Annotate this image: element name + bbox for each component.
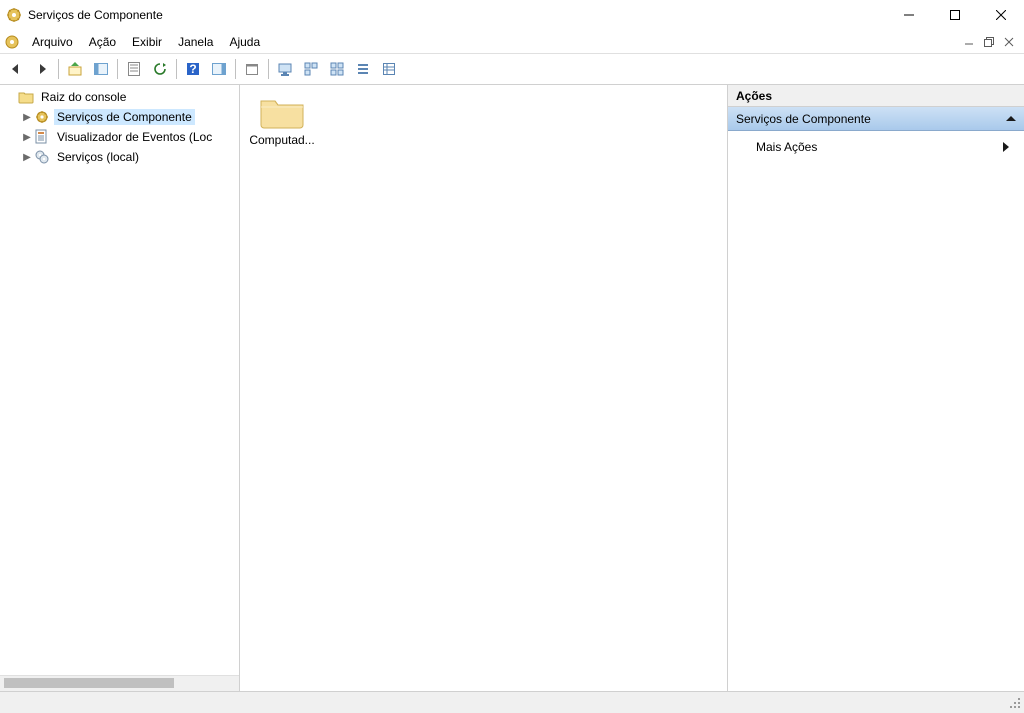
computers-folder[interactable]: Computad... — [246, 91, 318, 147]
toolbar-separator — [58, 59, 59, 79]
statusbar — [0, 691, 1024, 713]
main-pane[interactable]: Computad... — [240, 85, 728, 691]
toolbar-separator — [117, 59, 118, 79]
menubar-left: Arquivo Ação Exibir Janela Ajuda — [4, 32, 268, 52]
menu-ajuda[interactable]: Ajuda — [221, 32, 268, 52]
tree-pane: Raiz do console ▶ Serviços de Componente… — [0, 85, 240, 691]
help-button[interactable]: ? — [181, 57, 205, 81]
actions-header: Ações — [728, 85, 1024, 107]
tree-item-label: Serviços (local) — [54, 149, 142, 165]
window-controls — [886, 0, 1024, 30]
window-title: Serviços de Componente — [28, 8, 886, 22]
scrollbar-thumb[interactable] — [4, 678, 174, 688]
toolbar-separator — [235, 59, 236, 79]
svg-text:?: ? — [189, 62, 196, 76]
up-button[interactable] — [63, 57, 87, 81]
show-hide-tree-button[interactable] — [89, 57, 113, 81]
toolbar-separator — [268, 59, 269, 79]
close-button[interactable] — [978, 0, 1024, 30]
refresh-button[interactable] — [148, 57, 172, 81]
forward-button[interactable] — [30, 57, 54, 81]
mdi-close-button[interactable] — [1000, 34, 1018, 50]
mmc-icon — [4, 34, 20, 50]
folder-icon — [18, 89, 34, 105]
properties-button[interactable] — [122, 57, 146, 81]
action-more[interactable]: Mais Ações — [728, 135, 1024, 159]
actions-pane: Ações Serviços de Componente Mais Ações — [728, 85, 1024, 691]
app-icon — [6, 7, 22, 23]
chevron-right-icon — [1002, 142, 1010, 152]
folder-large-icon — [258, 91, 306, 131]
tree-root[interactable]: Raiz do console — [0, 87, 239, 107]
show-hide-action-button[interactable] — [207, 57, 231, 81]
mdi-controls — [960, 34, 1020, 50]
tree-item-event-viewer[interactable]: ▶ Visualizador de Eventos (Loc — [0, 127, 239, 147]
minimize-button[interactable] — [886, 0, 932, 30]
view-applications-button[interactable] — [299, 57, 323, 81]
tree-horizontal-scrollbar[interactable] — [0, 675, 239, 691]
resize-grip-icon[interactable] — [1006, 694, 1024, 712]
chevron-right-icon[interactable]: ▶ — [20, 132, 34, 143]
titlebar: Serviços de Componente — [0, 0, 1024, 30]
menu-exibir[interactable]: Exibir — [124, 32, 170, 52]
tree-item-services[interactable]: ▶ Serviços (local) — [0, 147, 239, 167]
computers-folder-label: Computad... — [246, 133, 318, 147]
menubar: Arquivo Ação Exibir Janela Ajuda — [0, 30, 1024, 54]
view-components-button[interactable] — [325, 57, 349, 81]
chevron-right-icon[interactable]: ▶ — [20, 152, 34, 163]
console-tree[interactable]: Raiz do console ▶ Serviços de Componente… — [0, 85, 239, 675]
new-window-button[interactable] — [240, 57, 264, 81]
tree-root-label: Raiz do console — [38, 89, 129, 105]
action-more-label: Mais Ações — [756, 140, 817, 154]
view-detail-button[interactable] — [377, 57, 401, 81]
back-button[interactable] — [4, 57, 28, 81]
maximize-button[interactable] — [932, 0, 978, 30]
menu-acao[interactable]: Ação — [81, 32, 124, 52]
menu-janela[interactable]: Janela — [170, 32, 221, 52]
toolbar: ? — [0, 54, 1024, 85]
gear-icon — [34, 109, 50, 125]
mdi-restore-button[interactable] — [980, 34, 998, 50]
actions-list: Mais Ações — [728, 131, 1024, 163]
menu-arquivo[interactable]: Arquivo — [24, 32, 81, 52]
actions-section-header[interactable]: Serviços de Componente — [728, 107, 1024, 131]
actions-section-label: Serviços de Componente — [736, 112, 871, 126]
services-gear-icon — [34, 149, 50, 165]
actions-header-label: Ações — [736, 89, 772, 103]
collapse-up-icon — [1006, 114, 1016, 124]
toolbar-separator — [176, 59, 177, 79]
event-viewer-icon — [34, 129, 50, 145]
content-area: Raiz do console ▶ Serviços de Componente… — [0, 85, 1024, 691]
mdi-minimize-button[interactable] — [960, 34, 978, 50]
tree-item-component-services[interactable]: ▶ Serviços de Componente — [0, 107, 239, 127]
view-list-button[interactable] — [351, 57, 375, 81]
chevron-right-icon[interactable]: ▶ — [20, 112, 34, 123]
tree-item-label: Serviços de Componente — [54, 109, 195, 125]
view-computer-button[interactable] — [273, 57, 297, 81]
tree-item-label: Visualizador de Eventos (Loc — [54, 129, 215, 145]
